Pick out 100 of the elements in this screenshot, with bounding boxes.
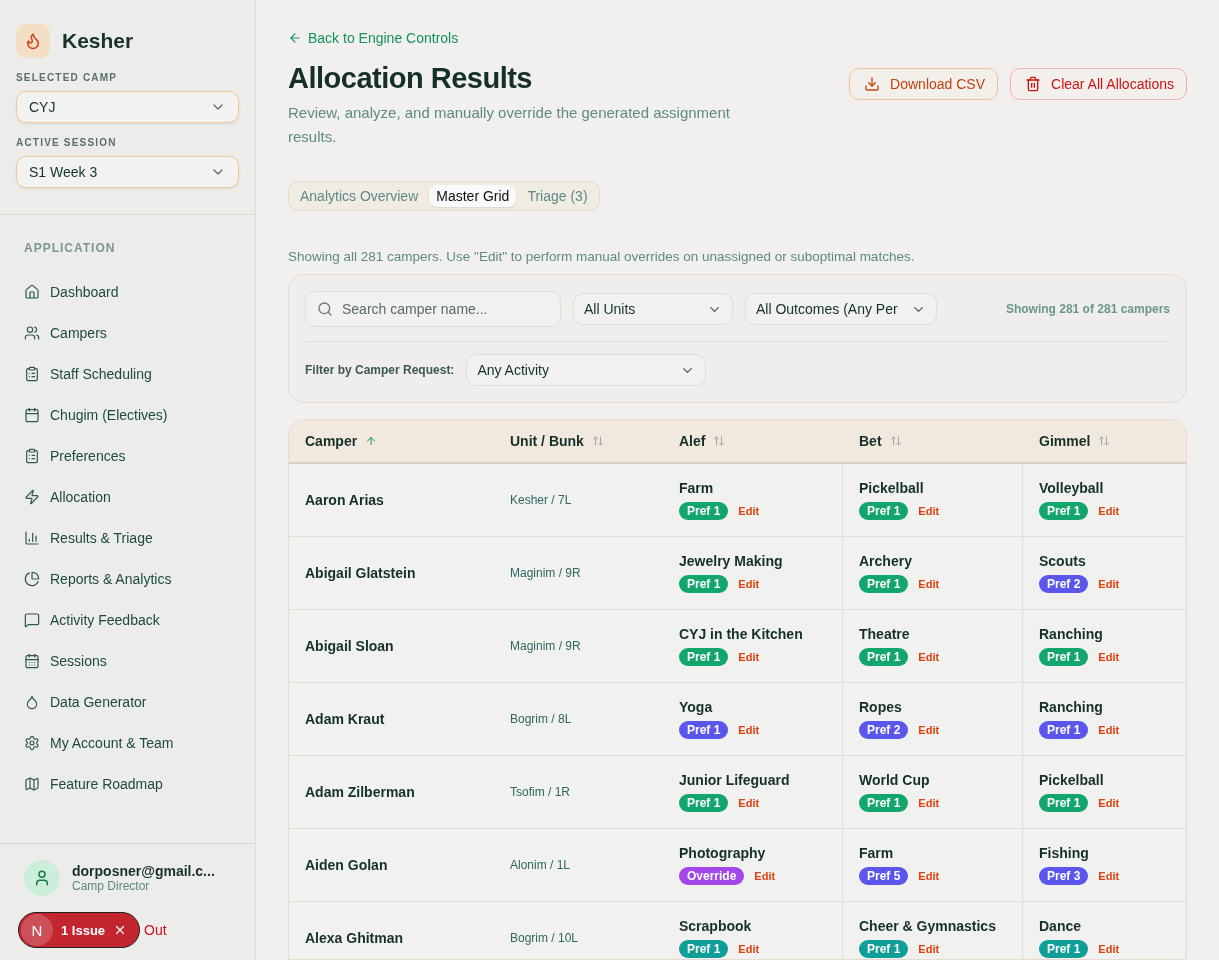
- nav-item[interactable]: Data Generator: [16, 681, 239, 722]
- chat-icon: [24, 611, 40, 628]
- edit-link[interactable]: Edit: [738, 651, 760, 663]
- edit-link[interactable]: Edit: [918, 943, 940, 955]
- sign-out-link[interactable]: Out: [144, 922, 167, 938]
- edit-link[interactable]: Edit: [1098, 505, 1120, 517]
- nav-item[interactable]: My Account & Team: [16, 722, 239, 763]
- clipboard-icon: [24, 365, 40, 382]
- calendar-icon: [24, 652, 40, 669]
- unit-bunk: Bogrim / 10L: [510, 931, 580, 945]
- preference-badge: Pref 1: [1039, 940, 1089, 958]
- camper-name: Abigail Glatstein: [305, 565, 417, 581]
- column-header[interactable]: Gimmel: [1023, 420, 1186, 464]
- column-header[interactable]: Camper: [289, 420, 494, 464]
- camper-name: Alexa Ghitman: [305, 930, 405, 946]
- action-button[interactable]: Download CSV: [849, 68, 999, 100]
- activity-name: Photography: [679, 845, 767, 861]
- edit-link[interactable]: Edit: [738, 797, 760, 809]
- edit-link[interactable]: Edit: [738, 505, 760, 517]
- tab[interactable]: Analytics Overview: [293, 185, 426, 207]
- activity-name: Farm: [859, 845, 895, 861]
- edit-link[interactable]: Edit: [1098, 578, 1120, 590]
- filter-label: Filter by Camper Request:: [305, 363, 455, 377]
- preference-badge: Pref 1: [679, 575, 729, 593]
- preference-badge: Pref 1: [859, 940, 909, 958]
- activity-name: Pickelball: [859, 480, 925, 496]
- nav-item[interactable]: Staff Scheduling: [16, 353, 239, 394]
- edit-link[interactable]: Edit: [754, 870, 776, 882]
- nav-item[interactable]: Chugim (Electives): [16, 394, 239, 435]
- activity-name: Theatre: [859, 626, 911, 642]
- unit-bunk: Kesher / 7L: [510, 493, 573, 507]
- preference-badge: Pref 2: [1039, 575, 1089, 593]
- filter-dropdown[interactable]: Any Activity: [466, 354, 707, 386]
- activity-name: Dance: [1039, 918, 1083, 934]
- preference-badge: Pref 1: [859, 575, 909, 593]
- filter-dropdown[interactable]: All Outcomes (Any Per: [745, 293, 937, 325]
- activity-name: Jewelry Making: [679, 553, 784, 569]
- bar-chart-icon: [24, 529, 40, 546]
- edit-link[interactable]: Edit: [918, 724, 940, 736]
- preference-badge: Pref 3: [1039, 867, 1089, 885]
- nav-item[interactable]: Dashboard: [16, 271, 239, 312]
- edit-link[interactable]: Edit: [1098, 943, 1120, 955]
- edit-link[interactable]: Edit: [918, 505, 940, 517]
- column-header[interactable]: Alef: [663, 420, 843, 464]
- activity-name: Archery: [859, 553, 913, 569]
- edit-link[interactable]: Edit: [738, 724, 760, 736]
- dropdown[interactable]: CYJ: [16, 91, 239, 123]
- edit-link[interactable]: Edit: [918, 578, 940, 590]
- activity-name: Ropes: [859, 699, 903, 715]
- map-icon: [24, 775, 40, 792]
- nav-item[interactable]: Campers: [16, 312, 239, 353]
- activity-name: Ranching: [1039, 626, 1104, 642]
- edit-link[interactable]: Edit: [918, 797, 940, 809]
- download-icon: [864, 76, 881, 92]
- nav-item[interactable]: Preferences: [16, 435, 239, 476]
- tab[interactable]: Master Grid: [429, 185, 517, 207]
- unit-bunk: Maginim / 9R: [510, 639, 582, 653]
- activity-name: Yoga: [679, 699, 714, 715]
- nav-item[interactable]: Allocation: [16, 476, 239, 517]
- edit-link[interactable]: Edit: [1098, 797, 1120, 809]
- nav-item[interactable]: Activity Feedback: [16, 599, 239, 640]
- edit-link[interactable]: Edit: [738, 943, 760, 955]
- activity-name: Scrapbook: [679, 918, 753, 934]
- activity-name: Cheer & Gymnastics: [859, 918, 997, 934]
- activity-name: World Cup: [859, 772, 931, 788]
- nav-item[interactable]: Results & Triage: [16, 517, 239, 558]
- search-field[interactable]: Search camper name...: [305, 291, 561, 327]
- dropdown[interactable]: S1 Week 3: [16, 156, 239, 188]
- column-header[interactable]: Bet: [843, 420, 1023, 464]
- edit-link[interactable]: Edit: [1098, 724, 1120, 736]
- issue-badge[interactable]: N 1 Issue: [18, 912, 141, 948]
- edit-link[interactable]: Edit: [1098, 870, 1120, 882]
- nav-item[interactable]: Feature Roadmap: [16, 763, 239, 804]
- preference-badge: Pref 1: [859, 502, 909, 520]
- nav-item[interactable]: Reports & Analytics: [16, 558, 239, 599]
- activity-name: Scouts: [1039, 553, 1087, 569]
- logo-icon: [16, 24, 50, 58]
- nav-item[interactable]: Sessions: [16, 640, 239, 681]
- activity-name: Farm: [679, 480, 715, 496]
- camper-name: Abigail Sloan: [305, 638, 395, 654]
- preference-badge: Pref 1: [679, 794, 729, 812]
- result-count: Showing 281 of 281 campers: [1005, 302, 1170, 316]
- unit-bunk: Maginim / 9R: [510, 566, 582, 580]
- activity-name: Ranching: [1039, 699, 1104, 715]
- edit-link[interactable]: Edit: [918, 651, 940, 663]
- edit-link[interactable]: Edit: [1098, 651, 1120, 663]
- filter-dropdown[interactable]: All Units: [573, 293, 733, 325]
- back-link[interactable]: Back to Engine Controls: [288, 30, 1187, 46]
- preference-badge: Pref 1: [679, 502, 729, 520]
- nav-heading: APPLICATION: [23, 241, 117, 255]
- people-icon: [24, 324, 40, 341]
- edit-link[interactable]: Edit: [738, 578, 760, 590]
- tab[interactable]: Triage (3): [520, 185, 595, 207]
- edit-link[interactable]: Edit: [918, 870, 940, 882]
- select-label: SELECTED CAMP: [16, 72, 119, 83]
- preference-badge: Pref 1: [859, 794, 909, 812]
- preference-badge: Pref 1: [1039, 502, 1089, 520]
- column-header[interactable]: Unit / Bunk: [494, 420, 663, 464]
- action-button[interactable]: Clear All Allocations: [1010, 68, 1187, 100]
- activity-name: Volleyball: [1039, 480, 1105, 496]
